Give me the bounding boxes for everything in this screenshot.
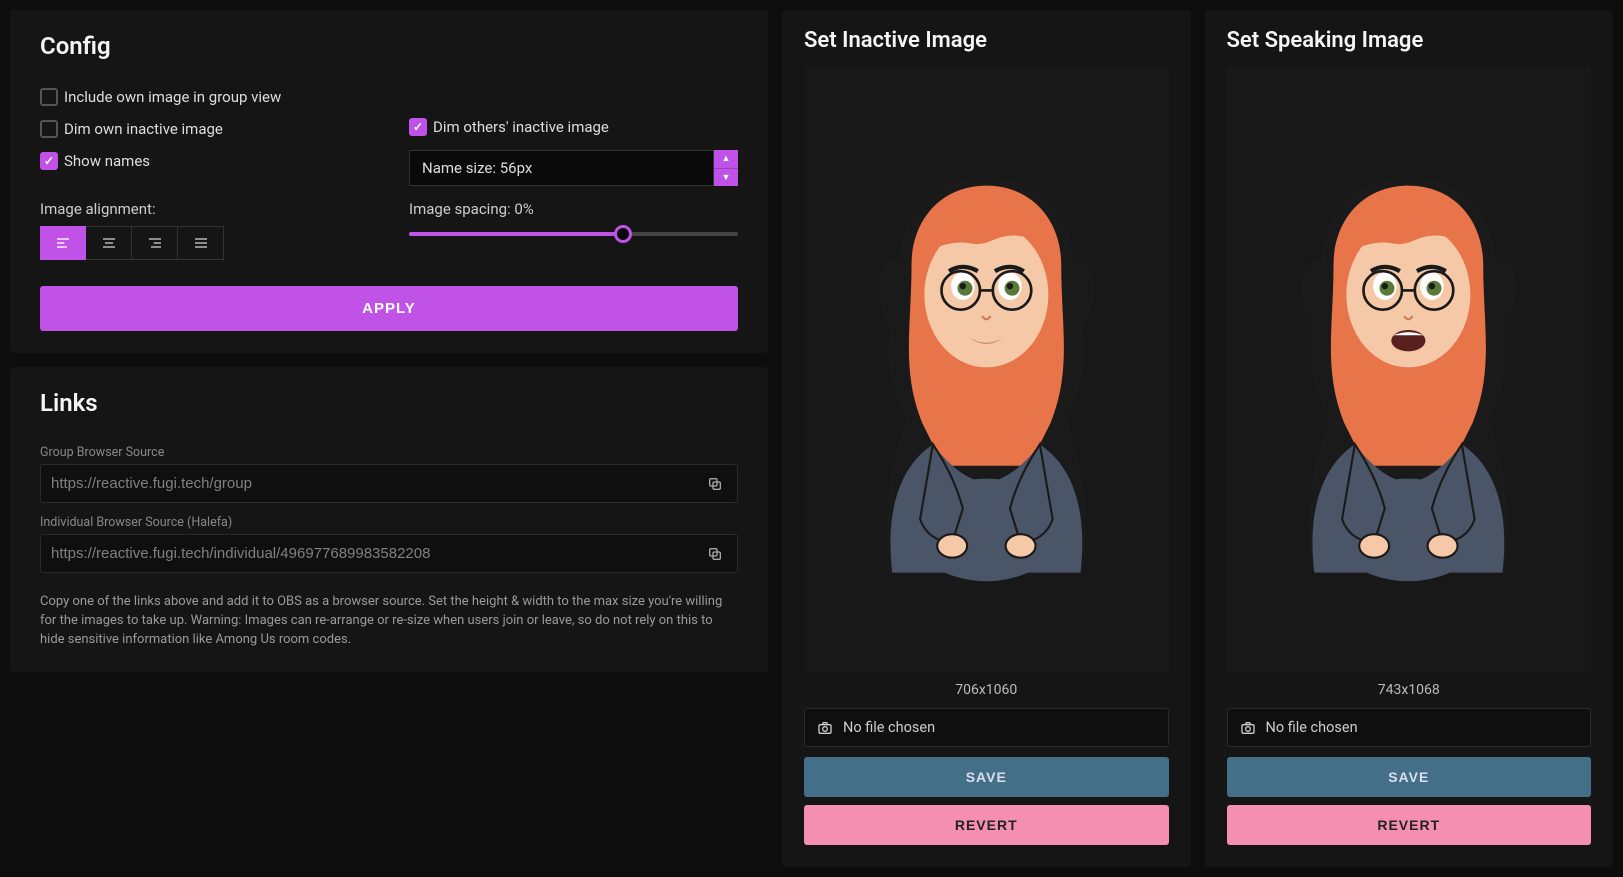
name-size-value[interactable]: Name size: 56px [409, 150, 714, 186]
align-right-button[interactable] [132, 226, 178, 260]
copy-group-button[interactable] [701, 470, 729, 498]
speaking-save-button[interactable]: SAVE [1227, 757, 1592, 797]
show-names-checkbox[interactable] [40, 152, 58, 170]
name-size-stepper: Name size: 56px ▲ ▼ [409, 150, 738, 186]
speaking-image-panel: Set Speaking Image [1205, 10, 1614, 867]
align-justify-icon [193, 235, 209, 251]
spacing-slider-thumb[interactable] [614, 225, 632, 243]
speaking-file-input[interactable]: No file chosen [1227, 708, 1592, 747]
group-source-input[interactable] [41, 465, 701, 502]
speaking-title: Set Speaking Image [1227, 28, 1592, 53]
inactive-image-panel: Set Inactive Image [782, 10, 1191, 867]
apply-button[interactable]: APPLY [40, 286, 738, 331]
copy-individual-button[interactable] [701, 540, 729, 568]
spacing-label: Image spacing: 0% [409, 200, 738, 218]
name-size-down[interactable]: ▼ [714, 169, 738, 187]
config-panel: Config Include own image in group view D… [10, 10, 768, 353]
align-center-icon [101, 235, 117, 251]
speaking-dimensions: 743x1068 [1227, 682, 1592, 698]
speaking-avatar [1248, 145, 1569, 594]
copy-icon [707, 476, 723, 492]
inactive-avatar [826, 145, 1147, 594]
name-size-up[interactable]: ▲ [714, 150, 738, 169]
speaking-preview [1227, 67, 1592, 672]
camera-icon [1240, 720, 1256, 736]
links-panel: Links Group Browser Source Individual Br… [10, 367, 768, 672]
speaking-revert-button[interactable]: REVERT [1227, 805, 1592, 845]
align-right-icon [147, 235, 163, 251]
spacing-slider[interactable] [409, 232, 738, 236]
align-left-button[interactable] [40, 226, 86, 260]
include-own-label: Include own image in group view [64, 88, 281, 106]
include-own-checkbox[interactable] [40, 88, 58, 106]
show-names-label: Show names [64, 152, 150, 170]
speaking-file-label: No file chosen [1266, 719, 1358, 736]
links-help-text: Copy one of the links above and add it t… [40, 593, 738, 650]
dim-own-label: Dim own inactive image [64, 120, 223, 138]
inactive-revert-button[interactable]: REVERT [804, 805, 1169, 845]
individual-source-label: Individual Browser Source (Halefa) [40, 515, 738, 530]
camera-icon [817, 720, 833, 736]
inactive-save-button[interactable]: SAVE [804, 757, 1169, 797]
links-title: Links [40, 389, 738, 417]
config-title: Config [40, 32, 738, 60]
inactive-title: Set Inactive Image [804, 28, 1169, 53]
individual-source-input[interactable] [41, 535, 701, 572]
inactive-file-label: No file chosen [843, 719, 935, 736]
inactive-file-input[interactable]: No file chosen [804, 708, 1169, 747]
alignment-label: Image alignment: [40, 200, 369, 218]
dim-own-checkbox[interactable] [40, 120, 58, 138]
align-center-button[interactable] [86, 226, 132, 260]
inactive-preview [804, 67, 1169, 672]
copy-icon [707, 546, 723, 562]
dim-others-checkbox[interactable] [409, 118, 427, 136]
group-source-label: Group Browser Source [40, 445, 738, 460]
align-justify-button[interactable] [178, 226, 224, 260]
dim-others-label: Dim others' inactive image [433, 118, 609, 136]
inactive-dimensions: 706x1060 [804, 682, 1169, 698]
align-left-icon [55, 235, 71, 251]
alignment-group [40, 226, 369, 260]
